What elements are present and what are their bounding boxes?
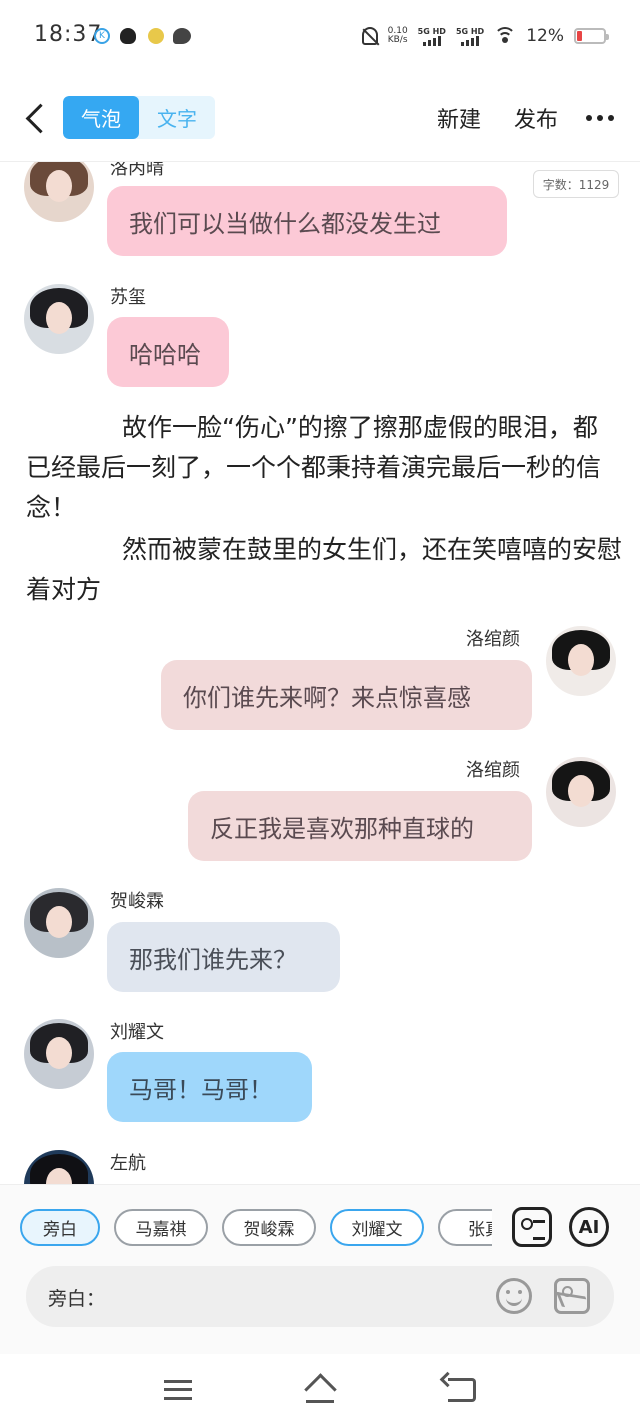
word-count-badge: 字数：1129 xyxy=(533,170,619,198)
character-chip[interactable]: 旁白 xyxy=(20,1209,100,1246)
signal-bars-icon xyxy=(422,35,441,46)
message-icon xyxy=(173,28,191,44)
message-bubble[interactable]: 那我们谁先来？ xyxy=(107,922,340,992)
message-bubble[interactable]: 反正我是喜欢那种直球的 xyxy=(188,791,532,861)
wifi-icon xyxy=(494,27,517,45)
more-options-icon[interactable] xyxy=(586,115,614,121)
message-bubble[interactable]: 你们谁先来啊？来点惊喜感 xyxy=(161,660,532,730)
character-chip[interactable]: 贺峻霖 xyxy=(222,1209,316,1246)
menu-icon[interactable] xyxy=(164,1380,192,1400)
sender-name: 洛绾颜 xyxy=(466,629,520,650)
avatar[interactable] xyxy=(24,1019,94,1089)
system-nav-bar xyxy=(0,1354,640,1427)
character-chips[interactable]: 旁白马嘉祺贺峻霖刘耀文张真 xyxy=(20,1209,492,1249)
sender-name: 左航 xyxy=(110,1153,146,1174)
chat-area[interactable]: 字数：1129 洛丙晴 我们可以当做什么都没发生过 苏玺 哈哈哈 故作一脸“伤心… xyxy=(0,162,640,1184)
status-right: 0.10 KB/s 5G HD 5G HD 12% xyxy=(361,26,609,46)
publish-button[interactable]: 发布 xyxy=(514,102,558,134)
sender-name: 刘耀文 xyxy=(110,1022,164,1043)
status-time: 18:37 xyxy=(34,22,103,47)
avatar[interactable] xyxy=(24,888,94,958)
message-input[interactable]: 旁白： xyxy=(26,1266,614,1327)
message-bubble[interactable]: 马哥！马哥！ xyxy=(107,1052,312,1122)
tab-bubble[interactable]: 气泡 xyxy=(63,96,139,139)
sender-name: 苏玺 xyxy=(110,287,146,308)
avatar[interactable] xyxy=(24,284,94,354)
status-bar: 18:37 K 0.10 KB/s 5G HD 5G HD 12% xyxy=(0,0,640,76)
back-arrow-icon[interactable] xyxy=(22,102,48,136)
battery-percent: 12% xyxy=(526,26,564,46)
tab-text[interactable]: 文字 xyxy=(139,96,215,139)
narration-paragraph[interactable]: 故作一脸“伤心”的擦了擦那虚假的眼泪，都已经最后一刻了，一个个都秉持着演完最后一… xyxy=(26,408,622,528)
ai-button[interactable]: AI xyxy=(569,1207,609,1247)
new-button[interactable]: 新建 xyxy=(437,102,481,134)
battery-icon xyxy=(574,28,609,44)
mute-bell-icon xyxy=(361,27,378,45)
sender-name: 洛绾颜 xyxy=(466,760,520,781)
back-icon[interactable] xyxy=(448,1378,476,1402)
character-chip[interactable]: 刘耀文 xyxy=(330,1209,424,1246)
character-chip[interactable]: 张真 xyxy=(438,1209,492,1246)
sender-name: 贺峻霖 xyxy=(110,891,164,912)
avatar[interactable] xyxy=(24,162,94,222)
avatar[interactable] xyxy=(546,626,616,696)
character-card-icon[interactable] xyxy=(512,1207,552,1247)
narration-paragraph[interactable]: 然而被蒙在鼓里的女生们，还在笑嘻嘻的安慰着对方 xyxy=(26,530,622,610)
input-value: 旁白： xyxy=(48,1288,106,1310)
avatar[interactable] xyxy=(546,757,616,827)
signal-bars-icon xyxy=(461,35,480,46)
bear-app-icon xyxy=(148,28,164,44)
emoji-icon[interactable] xyxy=(496,1278,532,1314)
sim2-signal: 5G HD xyxy=(456,27,484,46)
mode-switch: 气泡 文字 xyxy=(63,96,215,139)
home-icon[interactable] xyxy=(304,1374,336,1404)
character-chip[interactable]: 马嘉祺 xyxy=(114,1209,208,1246)
composer-panel: 旁白马嘉祺贺峻霖刘耀文张真 AI 旁白： xyxy=(0,1184,640,1354)
sim1-signal: 5G HD xyxy=(418,27,446,46)
avatar[interactable] xyxy=(24,1150,94,1184)
image-icon[interactable] xyxy=(554,1278,590,1314)
sender-name: 洛丙晴 xyxy=(110,162,164,179)
message-bubble[interactable]: 我们可以当做什么都没发生过 xyxy=(107,186,507,256)
qq-icon xyxy=(120,28,136,44)
app-k-icon: K xyxy=(94,28,110,44)
top-bar: 气泡 文字 新建 发布 xyxy=(0,76,640,162)
net-speed: 0.10 KB/s xyxy=(387,26,408,45)
message-bubble[interactable]: 哈哈哈 xyxy=(107,317,229,387)
